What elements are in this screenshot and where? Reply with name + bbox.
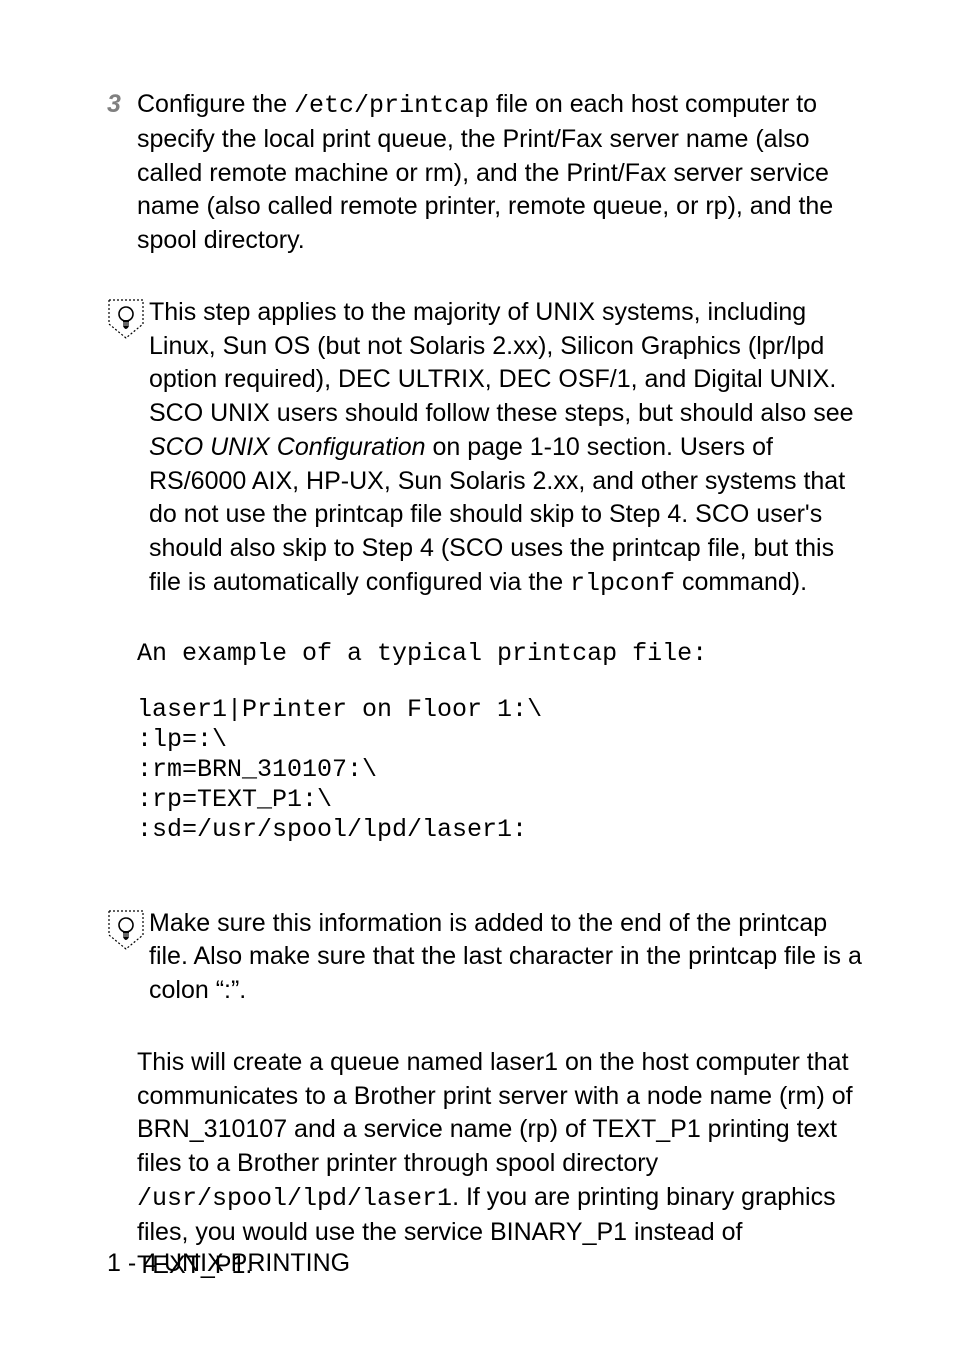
result-paragraph: This will create a queue named laser1 on… xyxy=(137,1046,864,1283)
page-footer: 1 - 4 UNIX PRINTING xyxy=(107,1249,350,1278)
code-block: laser1|Printer on Floor 1:\ :lp=:\ :rm=B… xyxy=(137,695,864,845)
page: 3 Configure the /etc/printcap file on ea… xyxy=(0,0,954,1352)
lightbulb-icon xyxy=(107,907,149,951)
code-label: An example of a typical printcap file: xyxy=(137,639,864,669)
note-1-body: This step applies to the majority of UNI… xyxy=(149,296,864,601)
step-number: 3 xyxy=(107,88,137,258)
lightbulb-icon xyxy=(107,296,149,340)
note-1: This step applies to the majority of UNI… xyxy=(107,296,864,601)
note-2: Make sure this information is added to t… xyxy=(107,907,864,1008)
note-2-body: Make sure this information is added to t… xyxy=(149,907,864,1008)
step-body: Configure the /etc/printcap file on each… xyxy=(137,88,864,258)
step-3: 3 Configure the /etc/printcap file on ea… xyxy=(107,88,864,258)
